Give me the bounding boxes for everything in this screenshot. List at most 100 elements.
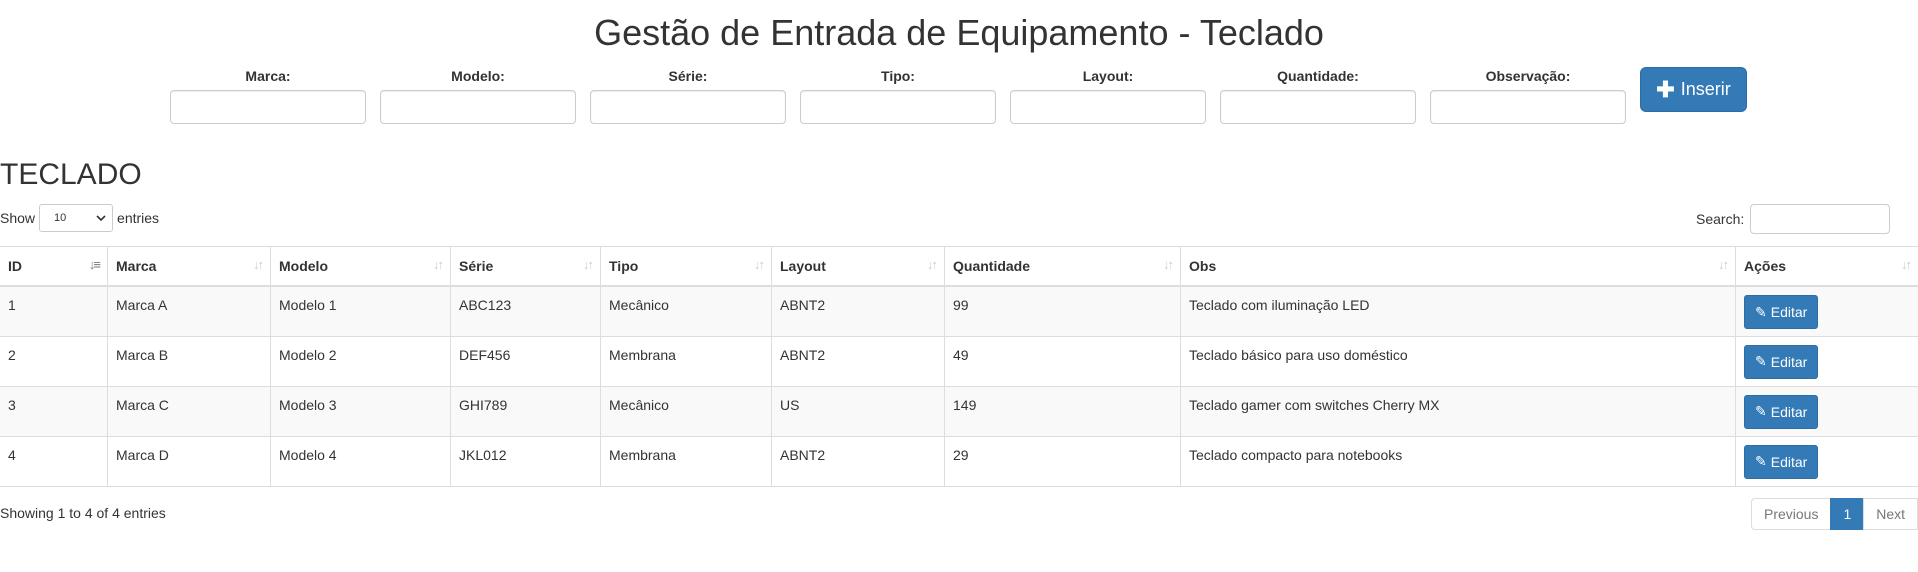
table-row: 3 Marca C Modelo 3 GHI789 Mecânico US 14… xyxy=(0,386,1918,437)
cell-acoes: ✎ Editar xyxy=(1735,386,1918,437)
observacao-field: Observação: xyxy=(1430,68,1626,124)
cell-modelo: Modelo 2 xyxy=(270,336,451,387)
quantidade-label: Quantidade: xyxy=(1277,68,1359,84)
plus-icon: ✚ xyxy=(1656,76,1675,102)
cell-id: 3 xyxy=(0,386,108,437)
sort-icon: ↓↑ xyxy=(927,257,938,272)
layout-field: Layout: xyxy=(1010,68,1206,124)
edit-button[interactable]: ✎ Editar xyxy=(1744,344,1819,379)
quantidade-input[interactable] xyxy=(1220,90,1416,124)
column-header-modelo[interactable]: Modelo ↓↑ xyxy=(270,246,451,287)
sort-icon: ↓↑ xyxy=(253,257,264,272)
search-control: Search: xyxy=(1696,204,1891,234)
column-header-tipo[interactable]: Tipo ↓↑ xyxy=(600,246,772,287)
cell-obs: Teclado básico para uso doméstico xyxy=(1180,336,1736,387)
layout-input[interactable] xyxy=(1010,90,1206,124)
pagination: Previous 1 Next xyxy=(1751,498,1918,530)
marca-label: Marca: xyxy=(245,68,291,84)
quantidade-field: Quantidade: xyxy=(1220,68,1416,124)
column-header-layout[interactable]: Layout ↓↑ xyxy=(771,246,945,287)
cell-quantidade: 149 xyxy=(944,386,1181,437)
entries-length-value: 10 xyxy=(54,212,67,224)
table-row: 4 Marca D Modelo 4 JKL012 Membrana ABNT2… xyxy=(0,436,1918,487)
cell-acoes: ✎ Editar xyxy=(1735,336,1918,387)
entries-length-select[interactable]: 10 xyxy=(39,204,114,232)
cell-marca: Marca C xyxy=(107,386,271,437)
tipo-field: Tipo: xyxy=(800,68,996,124)
cell-obs: Teclado compacto para notebooks xyxy=(1180,436,1736,487)
table-row: 1 Marca A Modelo 1 ABC123 Mecânico ABNT2… xyxy=(0,286,1918,337)
sort-icon: ↓↑ xyxy=(754,257,765,272)
cell-tipo: Membrana xyxy=(600,436,772,487)
insert-button[interactable]: ✚ Inserir xyxy=(1640,67,1747,112)
marca-input[interactable] xyxy=(170,90,366,124)
pencil-icon: ✎ xyxy=(1755,453,1767,469)
cell-quantidade: 29 xyxy=(944,436,1181,487)
edit-button[interactable]: ✎ Editar xyxy=(1744,444,1819,479)
sort-icon: ↓↑ xyxy=(1163,257,1174,272)
cell-marca: Marca D xyxy=(107,436,271,487)
sort-asc-icon: ↓≡ xyxy=(88,257,101,272)
chevron-down-icon xyxy=(96,215,106,222)
column-header-id[interactable]: ID ↓≡ xyxy=(0,246,108,287)
serie-label: Série: xyxy=(668,68,708,84)
sort-icon: ↓↑ xyxy=(1901,257,1912,272)
cell-tipo: Mecânico xyxy=(600,386,772,437)
search-input[interactable] xyxy=(1750,204,1891,234)
edit-label: Editar xyxy=(1770,304,1808,320)
edit-label: Editar xyxy=(1770,353,1808,370)
cell-tipo: Mecânico xyxy=(600,286,772,337)
entries-length-control: Show 10 entries xyxy=(0,204,159,232)
edit-label: Editar xyxy=(1770,453,1808,470)
cell-serie: DEF456 xyxy=(450,336,601,387)
column-header-marca[interactable]: Marca ↓↑ xyxy=(107,246,271,287)
cell-acoes: ✎ Editar xyxy=(1735,436,1918,487)
cell-modelo: Modelo 4 xyxy=(270,436,451,487)
insert-label: Inserir xyxy=(1680,79,1731,99)
cell-quantidade: 99 xyxy=(944,286,1181,337)
column-header-serie[interactable]: Série ↓↑ xyxy=(450,246,601,287)
pencil-icon: ✎ xyxy=(1755,303,1767,320)
sort-icon: ↓↑ xyxy=(583,257,594,272)
pencil-icon: ✎ xyxy=(1755,403,1767,419)
show-label: Show xyxy=(0,210,36,226)
cell-layout: ABNT2 xyxy=(771,336,945,387)
tipo-input[interactable] xyxy=(800,90,996,124)
cell-id: 1 xyxy=(0,286,108,337)
column-header-acoes[interactable]: Ações ↓↑ xyxy=(1735,246,1918,287)
search-label: Search: xyxy=(1696,211,1745,227)
column-header-quantidade[interactable]: Quantidade ↓↑ xyxy=(944,246,1181,287)
cell-layout: ABNT2 xyxy=(771,436,945,487)
cell-serie: ABC123 xyxy=(450,286,601,337)
modelo-field: Modelo: xyxy=(380,68,576,124)
cell-layout: US xyxy=(771,386,945,437)
observacao-label: Observação: xyxy=(1485,68,1571,84)
pencil-icon: ✎ xyxy=(1755,353,1767,369)
modelo-label: Modelo: xyxy=(451,68,505,84)
table-row: 2 Marca B Modelo 2 DEF456 Membrana ABNT2… xyxy=(0,336,1918,387)
cell-serie: GHI789 xyxy=(450,386,601,437)
serie-field: Série: xyxy=(590,68,786,124)
serie-input[interactable] xyxy=(590,90,786,124)
page-title: Gestão de Entrada de Equipamento - Tecla… xyxy=(594,12,1324,53)
tipo-label: Tipo: xyxy=(881,68,915,84)
sort-icon: ↓↑ xyxy=(1718,257,1729,272)
observacao-input[interactable] xyxy=(1430,90,1626,124)
layout-label: Layout: xyxy=(1082,68,1134,84)
edit-button[interactable]: ✎ Editar xyxy=(1744,394,1819,429)
cell-acoes: ✎ Editar xyxy=(1735,286,1918,337)
next-page-button[interactable]: Next xyxy=(1863,498,1918,530)
cell-tipo: Membrana xyxy=(600,336,772,387)
cell-obs: Teclado gamer com switches Cherry MX xyxy=(1180,386,1736,437)
cell-marca: Marca B xyxy=(107,336,271,387)
cell-id: 2 xyxy=(0,336,108,387)
column-header-obs[interactable]: Obs ↓↑ xyxy=(1180,246,1736,287)
modelo-input[interactable] xyxy=(380,90,576,124)
cell-modelo: Modelo 3 xyxy=(270,386,451,437)
previous-page-button[interactable]: Previous xyxy=(1751,498,1832,530)
entries-label: entries xyxy=(117,210,160,226)
cell-serie: JKL012 xyxy=(450,436,601,487)
edit-button[interactable]: ✎ Editar xyxy=(1744,295,1819,329)
page-button-current[interactable]: 1 xyxy=(1830,498,1865,530)
table-info: Showing 1 to 4 of 4 entries xyxy=(0,505,166,521)
